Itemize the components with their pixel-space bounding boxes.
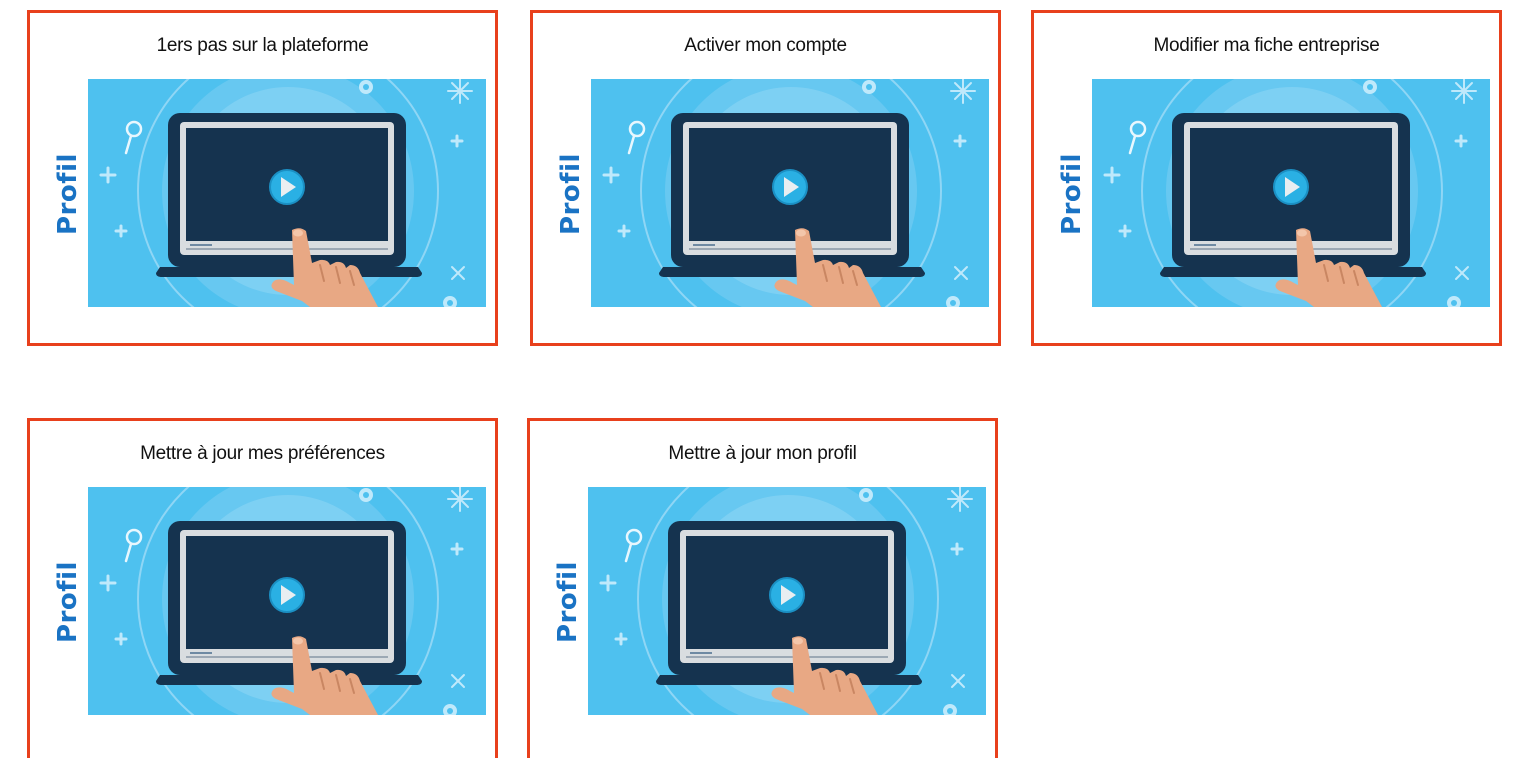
- side-label-text: Profil: [53, 561, 84, 643]
- video-thumbnail[interactable]: [88, 487, 486, 715]
- side-label-text: Profil: [1057, 153, 1088, 235]
- video-card-activer-compte[interactable]: Activer mon compte Profil: [530, 10, 1001, 346]
- video-card-mettre-a-jour-preferences[interactable]: Mettre à jour mes préférences Profil: [27, 418, 498, 758]
- video-card-mettre-a-jour-profil[interactable]: Mettre à jour mon profil Profil: [527, 418, 998, 758]
- card-title: Mettre à jour mes préférences: [140, 443, 385, 464]
- card-title: Mettre à jour mon profil: [668, 443, 857, 464]
- card-title: Modifier ma fiche entreprise: [1153, 35, 1380, 56]
- side-label-text: Profil: [53, 153, 84, 235]
- laptop-play-video-icon: [88, 79, 486, 307]
- video-card-1ers-pas[interactable]: 1ers pas sur la plateforme Profil: [27, 10, 498, 346]
- video-card-modifier-fiche[interactable]: Modifier ma fiche entreprise Profil: [1031, 10, 1502, 346]
- laptop-play-video-icon: [591, 79, 989, 307]
- laptop-play-video-icon: [88, 487, 486, 715]
- side-label-text: Profil: [553, 561, 584, 643]
- side-label-text: Profil: [556, 153, 587, 235]
- video-thumbnail[interactable]: [588, 487, 986, 715]
- laptop-play-video-icon: [588, 487, 986, 715]
- card-title: Activer mon compte: [684, 35, 847, 56]
- video-thumbnail[interactable]: [591, 79, 989, 307]
- video-thumbnail[interactable]: [1092, 79, 1490, 307]
- card-title: 1ers pas sur la plateforme: [156, 35, 369, 56]
- video-thumbnail[interactable]: [88, 79, 486, 307]
- laptop-play-video-icon: [1092, 79, 1490, 307]
